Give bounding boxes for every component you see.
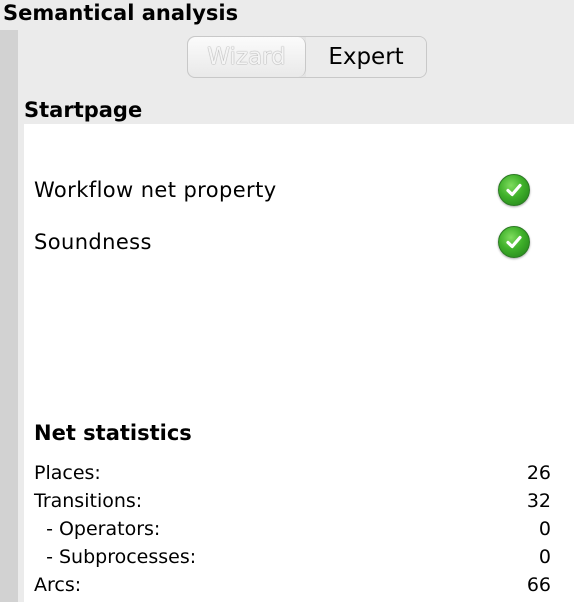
- left-side-strip: [0, 30, 18, 602]
- stat-label: Arcs:: [34, 574, 82, 596]
- stat-label: - Operators:: [34, 518, 161, 540]
- stat-value: 0: [538, 518, 551, 540]
- green-checkmark-icon: [498, 174, 530, 206]
- stat-label: - Subprocesses:: [34, 546, 197, 568]
- stat-value: 32: [526, 490, 551, 512]
- property-label: Workflow net property: [34, 178, 277, 202]
- startpage-title: Startpage: [24, 98, 143, 122]
- tab-expert[interactable]: Expert: [306, 37, 426, 77]
- stat-row-places: Places: 26: [34, 459, 551, 487]
- stat-label: Places:: [34, 462, 101, 484]
- startpage-panel: Workflow net property Soundness Net stat…: [24, 124, 574, 602]
- stat-row-arcs: Arcs: 66: [34, 571, 551, 599]
- property-label: Soundness: [34, 230, 152, 254]
- stat-value: 26: [526, 462, 551, 484]
- net-statistics-title: Net statistics: [34, 421, 192, 445]
- stat-row-subprocesses: - Subprocesses: 0: [34, 543, 551, 571]
- mode-tab-bar: Wizard Expert: [187, 36, 427, 78]
- stat-value: 66: [526, 574, 551, 596]
- property-row-workflow-net: Workflow net property: [34, 173, 530, 207]
- tab-wizard[interactable]: Wizard: [188, 37, 306, 77]
- stat-row-operators: - Operators: 0: [34, 515, 551, 543]
- stat-value: 0: [538, 546, 551, 568]
- property-row-soundness: Soundness: [34, 225, 530, 259]
- stat-label: Transitions:: [34, 490, 143, 512]
- window-title: Semantical analysis: [3, 1, 239, 25]
- semantical-analysis-window: Semantical analysis Wizard Expert Startp…: [0, 0, 574, 602]
- stat-row-transitions: Transitions: 32: [34, 487, 551, 515]
- green-checkmark-icon: [498, 226, 530, 258]
